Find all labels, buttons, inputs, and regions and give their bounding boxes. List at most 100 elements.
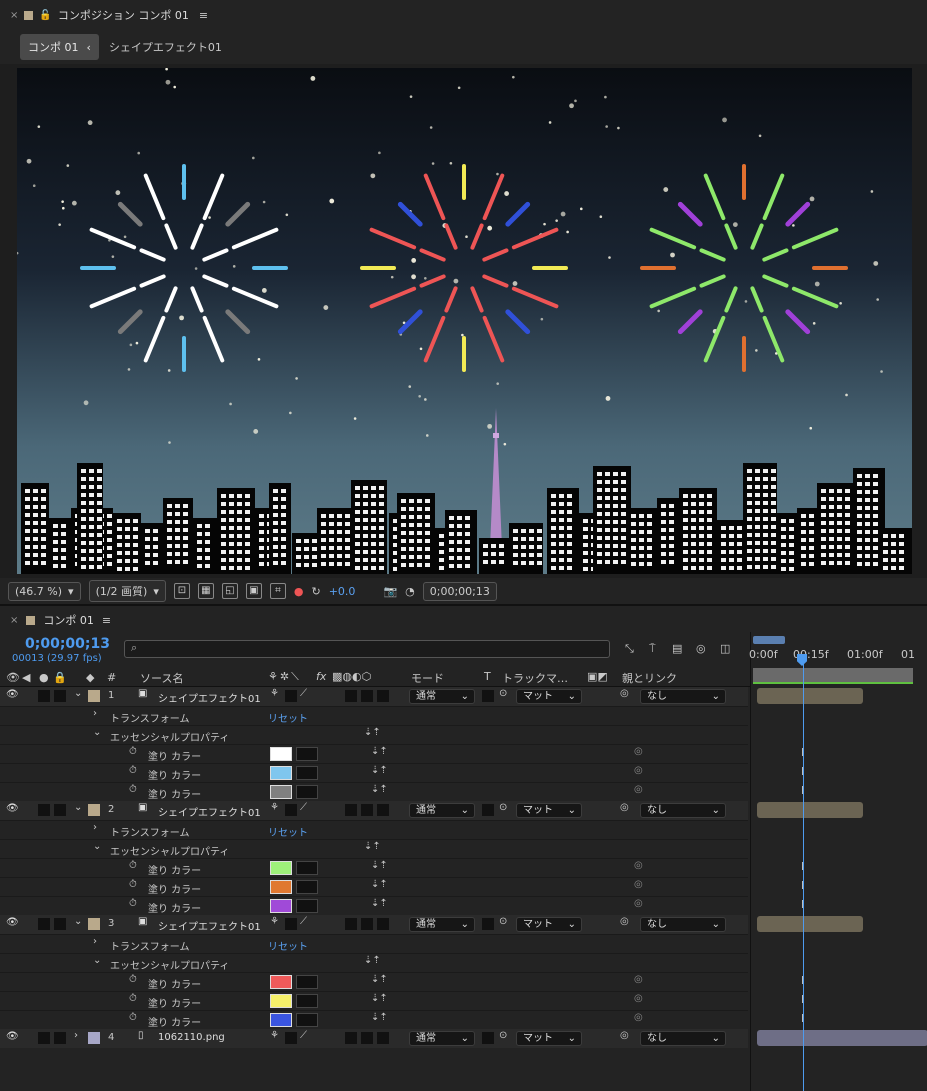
color-swatch[interactable] — [270, 880, 292, 894]
reset-link[interactable]: リセット — [268, 824, 308, 839]
layer-name[interactable]: シェイプエフェクト01 — [158, 804, 261, 819]
label-color[interactable] — [88, 690, 100, 702]
chevron-left-icon[interactable]: ‹ — [87, 41, 91, 54]
property-group[interactable]: › トランスフォーム リセット — [0, 934, 748, 953]
matte-link-icon[interactable]: ⊙ — [499, 1030, 507, 1041]
timeline-tracks[interactable]: IIIIIIIII — [750, 687, 927, 1091]
quality-switch-icon[interactable]: ⟋ — [300, 916, 307, 927]
label-color[interactable] — [88, 918, 100, 930]
expand-chevron-icon[interactable]: › — [74, 1030, 78, 1041]
effects-column[interactable]: fx — [316, 670, 326, 683]
close-viewer-icon[interactable]: × — [10, 10, 18, 21]
lock-toggle[interactable] — [54, 1032, 66, 1044]
track-matte-column[interactable]: トラックマ… — [502, 670, 568, 686]
snapshot-camera-icon[interactable]: 📷 — [383, 585, 397, 598]
parent-select[interactable]: なし ⌄ — [640, 1031, 726, 1046]
keyframe-nav-icon[interactable]: ⇣⇡ — [371, 746, 388, 757]
solo-toggle[interactable] — [38, 918, 50, 930]
keyframe-nav-icon[interactable]: ⇣⇡ — [364, 955, 381, 966]
layer-row[interactable]: 👁 ⌄ 2 ▣ シェイプエフェクト01 ⚘ ⟋ 通常 ⌄ ⊙ マット ⌄ ◎ なし ⌄ — [0, 801, 748, 820]
keyframe-nav-icon[interactable]: ⇣⇡ — [371, 898, 388, 909]
preserve-transparency-toggle[interactable] — [482, 690, 494, 702]
number-column[interactable]: # — [107, 671, 116, 684]
parent-link-column[interactable]: 親とリンク — [622, 670, 677, 686]
breadcrumb-next[interactable]: シェイプエフェクト01 — [109, 39, 222, 55]
layer-row[interactable]: 👁 ⌄ 1 ▣ シェイプエフェクト01 ⚘ ⟋ 通常 ⌄ ⊙ マット ⌄ ◎ なし ⌄ — [0, 687, 748, 706]
mask-path-icon[interactable]: ◱ — [221, 583, 238, 599]
keyframe-nav-icon[interactable]: ⇣⇡ — [371, 993, 388, 1004]
expand-chevron-icon[interactable]: ⌄ — [74, 916, 82, 927]
color-swatch[interactable] — [270, 975, 292, 989]
quality-column-icons[interactable]: ▩◍◐⬡ — [332, 670, 371, 683]
fast-preview-icon[interactable]: ⊡ — [173, 583, 190, 599]
motion-blur-switch[interactable] — [377, 690, 389, 702]
quality-switch-icon[interactable]: ⟋ — [300, 1030, 307, 1041]
stopwatch-icon[interactable]: ⏱ — [129, 974, 137, 985]
eyedropper-icon[interactable] — [296, 747, 318, 761]
property-group[interactable]: ⌄ エッセンシャルプロパティ ⇣⇡ — [0, 839, 748, 858]
label-color[interactable] — [88, 1032, 100, 1044]
stopwatch-icon[interactable]: ⏱ — [129, 879, 137, 890]
stopwatch-icon[interactable]: ⏱ — [129, 784, 137, 795]
source-name-column[interactable]: ソース名 — [140, 670, 183, 686]
layer-row[interactable]: 👁 ⌄ 3 ▣ シェイプエフェクト01 ⚘ ⟋ 通常 ⌄ ⊙ マット ⌄ ◎ なし ⌄ — [0, 915, 748, 934]
solo-toggle[interactable] — [38, 804, 50, 816]
work-area-range[interactable] — [753, 668, 913, 682]
lock-toggle[interactable] — [54, 918, 66, 930]
time-ruler[interactable]: 0:00f 00:15f 01:00f 01 — [749, 632, 927, 687]
preserve-transparency-toggle[interactable] — [482, 804, 494, 816]
blend-mode-select[interactable]: 通常 ⌄ — [409, 1031, 475, 1046]
stopwatch-icon[interactable]: ⏱ — [129, 993, 137, 1004]
preserve-transparency-toggle[interactable] — [482, 918, 494, 930]
color-property-row[interactable]: ⏱ 塗り カラー ⇣⇡ ◎ — [0, 991, 748, 1010]
lock-toggle[interactable] — [54, 690, 66, 702]
blend-mode-select[interactable]: 通常 ⌄ — [409, 917, 475, 932]
preserve-transparency-toggle[interactable] — [482, 1032, 494, 1044]
composition-canvas[interactable] — [17, 68, 912, 574]
keyframe-nav-icon[interactable]: ⇣⇡ — [371, 879, 388, 890]
motion-blur-switch[interactable] — [377, 1032, 389, 1044]
label-color[interactable] — [88, 804, 100, 816]
work-area-bar[interactable] — [753, 636, 785, 644]
switches-column-icons[interactable]: ⚘✲⟍ — [268, 670, 301, 684]
viewer-menu-icon[interactable]: ≡ — [199, 9, 208, 22]
color-swatch[interactable] — [270, 861, 292, 875]
shy-layers-icon[interactable]: ⍑ — [649, 642, 656, 656]
resolution-dropdown[interactable]: (1/2 画質) ▾ — [88, 580, 166, 602]
layer-name[interactable]: シェイプエフェクト01 — [158, 690, 261, 705]
expression-pickwhip-icon[interactable]: ◎ — [634, 879, 643, 890]
color-swatch[interactable] — [270, 899, 292, 913]
layer-duration-bar[interactable] — [757, 688, 863, 704]
graph-editor-icon[interactable]: ◫ — [720, 642, 730, 655]
color-property-row[interactable]: ⏱ 塗り カラー ⇣⇡ ◎ — [0, 877, 748, 896]
property-group[interactable]: ⌄ エッセンシャルプロパティ ⇣⇡ — [0, 725, 748, 744]
expression-pickwhip-icon[interactable]: ◎ — [634, 1012, 643, 1023]
effect-switch[interactable] — [345, 690, 357, 702]
expand-chevron-icon[interactable]: › — [93, 708, 97, 719]
keyframe-nav-icon[interactable]: ⇣⇡ — [371, 765, 388, 776]
stopwatch-icon[interactable]: ⏱ — [129, 898, 137, 909]
keyframe-nav-icon[interactable]: ⇣⇡ — [364, 841, 381, 852]
stopwatch-icon[interactable]: ⏱ — [129, 1012, 137, 1023]
color-property-row[interactable]: ⏱ 塗り カラー ⇣⇡ ◎ — [0, 858, 748, 877]
color-property-row[interactable]: ⏱ 塗り カラー ⇣⇡ ◎ — [0, 972, 748, 991]
track-matte-select[interactable]: マット ⌄ — [516, 689, 582, 704]
current-time-indicator[interactable] — [803, 655, 804, 1091]
mode-column[interactable]: モード — [411, 670, 444, 686]
effect-switch[interactable] — [345, 1032, 357, 1044]
color-swatch[interactable] — [270, 994, 292, 1008]
expression-pickwhip-icon[interactable]: ◎ — [634, 746, 643, 757]
keyframe-nav-icon[interactable]: ⇣⇡ — [364, 727, 381, 738]
expand-chevron-icon[interactable]: ⌄ — [74, 802, 82, 813]
effect-switch[interactable] — [345, 918, 357, 930]
blend-mode-select[interactable]: 通常 ⌄ — [409, 803, 475, 818]
track-matte-select[interactable]: マット ⌄ — [516, 917, 582, 932]
show-snapshot-icon[interactable]: ◔ — [405, 585, 415, 598]
layer-name[interactable]: 1062110.png — [158, 1032, 225, 1043]
pickwhip-icon[interactable]: ◎ — [620, 916, 629, 927]
timeline-menu-icon[interactable]: ≡ — [102, 614, 111, 627]
collapse-switch[interactable] — [285, 690, 297, 702]
expand-chevron-icon[interactable]: ⌄ — [74, 688, 82, 699]
color-property-row[interactable]: ⏱ 塗り カラー ⇣⇡ ◎ — [0, 1010, 748, 1029]
matte-link-icon[interactable]: ⊙ — [499, 802, 507, 813]
